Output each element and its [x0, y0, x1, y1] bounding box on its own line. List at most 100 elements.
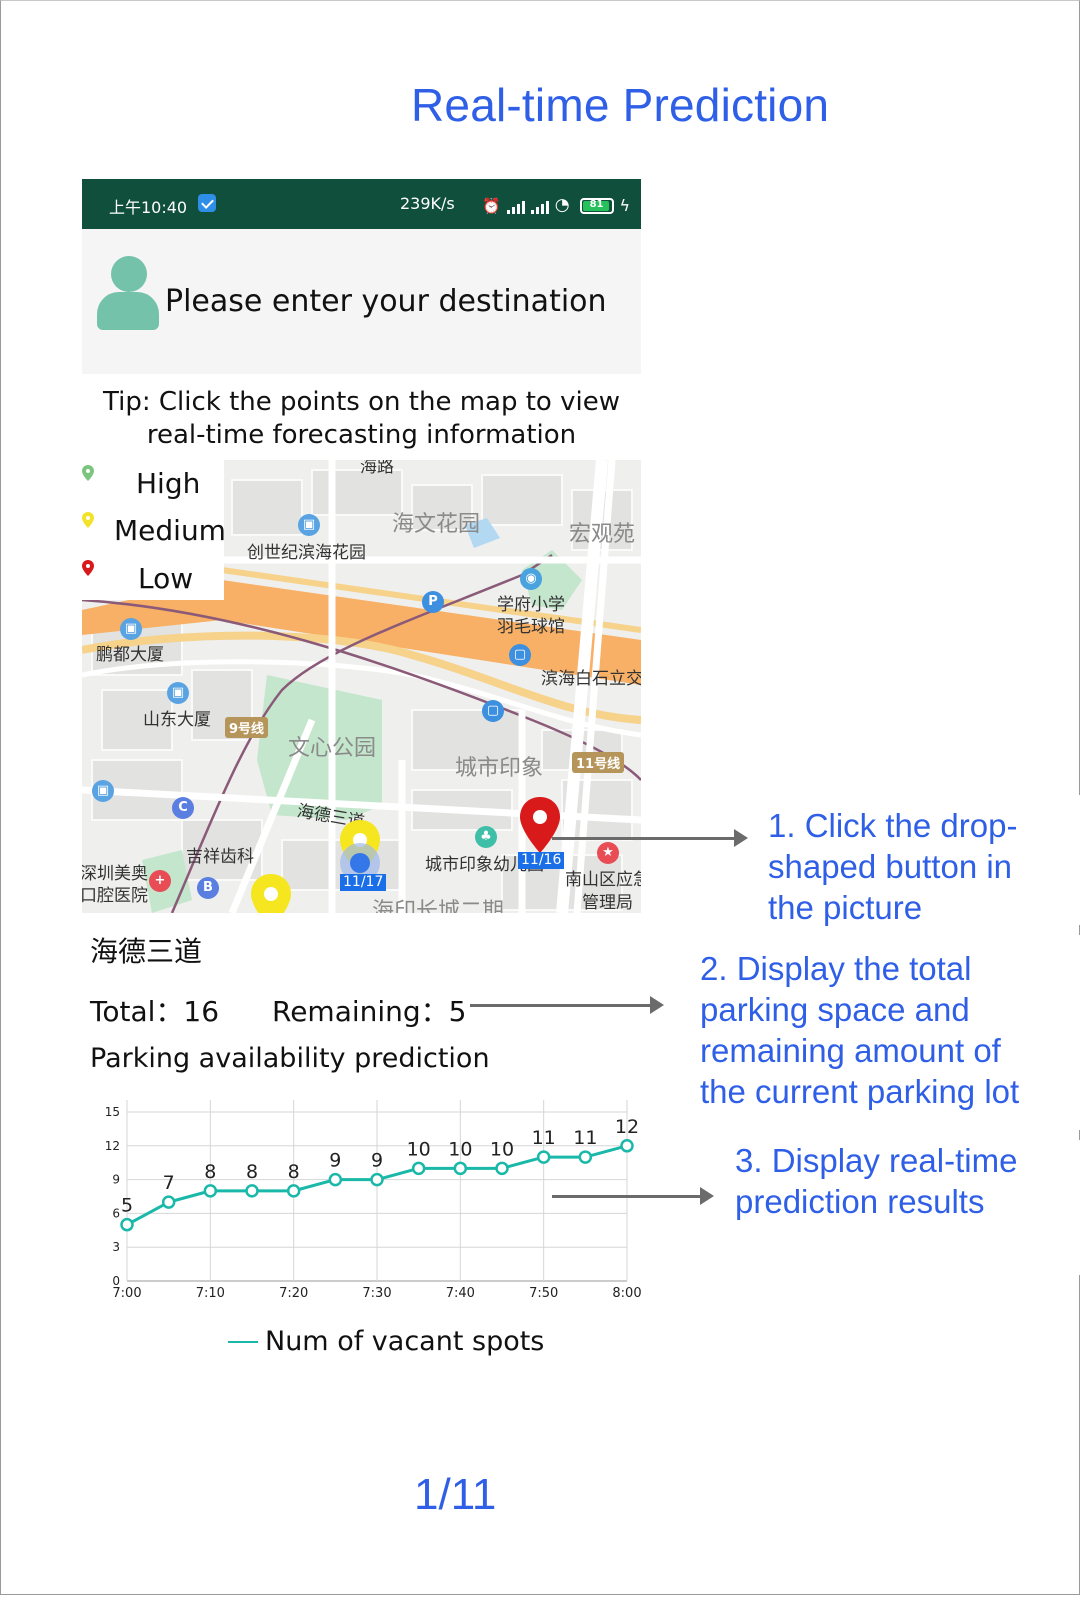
building-icon[interactable]: ▣	[298, 514, 320, 536]
data-label: 12	[615, 1116, 639, 1138]
map-label-dental: 口腔医院	[82, 886, 148, 906]
annotation-2-line-1: 2. Display the total	[700, 950, 972, 987]
slide-page: Real-time Prediction 上午10:40 239K/s ⏰ ◔ …	[0, 0, 1090, 1600]
kindergarten-icon[interactable]: ♣	[475, 826, 497, 848]
annotation-2-line-4: the current parking lot	[700, 1073, 1020, 1110]
data-point	[161, 1195, 176, 1209]
hospital-icon[interactable]: +	[149, 870, 171, 892]
yellow-pin-icon	[82, 512, 94, 528]
map-label-badminton: 羽毛球馆	[497, 617, 565, 637]
data-label: 7	[163, 1172, 175, 1194]
x-tick-label: 8:00	[612, 1286, 641, 1301]
map-label-haiyin: 海印长城二期	[372, 899, 505, 913]
building-icon[interactable]: ▣	[120, 618, 142, 640]
clinic-icon[interactable]: C	[172, 797, 194, 819]
legend-item-high: High	[82, 465, 224, 505]
green-pin-icon	[82, 465, 94, 481]
y-tick-label: 9	[112, 1173, 120, 1187]
date-tag: 11/17	[340, 874, 387, 891]
data-point	[536, 1150, 551, 1164]
data-point	[245, 1184, 259, 1198]
bus-stop-icon[interactable]: ▢	[509, 644, 531, 666]
building-icon[interactable]: ▣	[167, 682, 189, 704]
frame-gap	[1077, 1140, 1083, 1275]
map-label-management: 管理局	[582, 893, 633, 913]
annotation-1-line-3: the picture	[768, 889, 923, 926]
map-tip: Tip: Click the points on the map to view…	[82, 386, 641, 452]
legend-label-high: High	[136, 467, 201, 500]
series-legend-swatch	[228, 1341, 258, 1343]
status-bar: 上午10:40 239K/s ⏰ ◔ 81 ϟ	[82, 179, 641, 229]
annotation-arrow-3	[552, 1187, 714, 1205]
signal-hd-icon	[530, 200, 549, 214]
legend-label-medium: Medium	[114, 514, 226, 547]
emergency-icon[interactable]: ★	[597, 842, 619, 864]
y-tick-label: 12	[105, 1139, 120, 1153]
map-label-jixiang: 吉祥齿科	[186, 847, 254, 867]
data-point	[620, 1139, 634, 1153]
map-label-chengshi: 城市印象	[455, 756, 544, 781]
x-tick-label: 7:00	[112, 1286, 141, 1301]
user-avatar-icon[interactable]	[97, 256, 159, 331]
y-tick-label: 15	[105, 1105, 120, 1119]
data-label: 9	[371, 1150, 383, 1172]
metro-line-11-badge: 11号线	[572, 752, 625, 773]
data-point	[328, 1172, 343, 1187]
signal-icon	[506, 200, 525, 214]
data-point	[286, 1184, 301, 1198]
destination-input[interactable]	[165, 284, 625, 319]
wifi-icon: ◔	[554, 195, 570, 215]
annotation-2-line-3: remaining amount of	[700, 1032, 1001, 1069]
x-tick-label: 7:10	[196, 1286, 225, 1301]
annotation-1-line-2: shaped button in	[768, 848, 1013, 885]
map-label-chuangshiji: 创世纪滨海花园	[247, 543, 366, 563]
data-point	[370, 1172, 384, 1187]
annotation-1: 1. Click the drop- shaped button in the …	[768, 805, 1017, 928]
sports-icon[interactable]: ◉	[520, 568, 542, 590]
annotation-arrow-2	[470, 996, 664, 1014]
low-pin-icon[interactable]	[517, 795, 563, 855]
map-label-pengdu: 鹏都大厦	[96, 645, 164, 665]
building-icon[interactable]: ▣	[92, 780, 114, 802]
parking-icon[interactable]: P	[422, 591, 444, 613]
medium-pin-icon[interactable]	[248, 872, 294, 913]
prediction-title: Parking availability prediction	[90, 1043, 490, 1074]
annotation-2-line-2: parking space and	[700, 991, 970, 1028]
data-label: 9	[329, 1150, 341, 1172]
frame-gap	[1077, 795, 1083, 925]
annotation-3-line-1: 3. Display real-time	[735, 1142, 1018, 1179]
data-point	[411, 1161, 426, 1176]
data-point	[120, 1217, 134, 1232]
map-label-wenxin: 文心公园	[288, 736, 377, 761]
charging-icon: ϟ	[619, 196, 631, 215]
avatar-body	[97, 292, 159, 330]
annotation-1-line-1: 1. Click the drop-	[768, 807, 1018, 844]
y-tick-label: 3	[112, 1240, 120, 1254]
map-label-hongguan: 宏观苑	[569, 522, 636, 547]
data-label: 10	[490, 1138, 514, 1160]
tip-line-2: real-time forecasting information	[146, 420, 577, 450]
data-label: 11	[573, 1127, 597, 1149]
x-tick-label: 7:20	[279, 1286, 308, 1301]
map-label-road: 海路	[360, 460, 394, 477]
page-title: Real-time Prediction	[411, 79, 830, 131]
data-label: 8	[246, 1161, 258, 1183]
battery-level: 81	[589, 199, 604, 210]
map-view[interactable]: 海路 海文花园 宏观苑 ▣ 创世纪滨海花园 ◉ P 学府小学 羽毛球馆 ▣ 鹏都…	[82, 460, 641, 913]
data-label: 8	[204, 1161, 216, 1183]
data-label: 8	[288, 1161, 300, 1183]
parking-lot-name: 海德三道	[90, 935, 203, 968]
bus-stop-icon[interactable]: ▢	[482, 700, 504, 722]
annotation-3-line-2: prediction results	[735, 1183, 985, 1220]
bus-icon[interactable]: B	[197, 877, 219, 899]
annotation-2: 2. Display the total parking space and r…	[700, 948, 1019, 1112]
map-label-nanshan: 南山区应急	[565, 870, 641, 890]
map-label-shandong: 山东大厦	[143, 710, 211, 730]
battery-icon: 81	[579, 198, 614, 214]
status-network-speed: 239K/s	[400, 194, 455, 213]
metro-line-9-badge: 9号线	[225, 717, 269, 738]
data-label: 5	[121, 1195, 133, 1217]
frame-gap	[1077, 935, 1083, 1130]
legend-item-low: Low	[82, 560, 224, 600]
annotation-arrow-1	[552, 829, 748, 847]
